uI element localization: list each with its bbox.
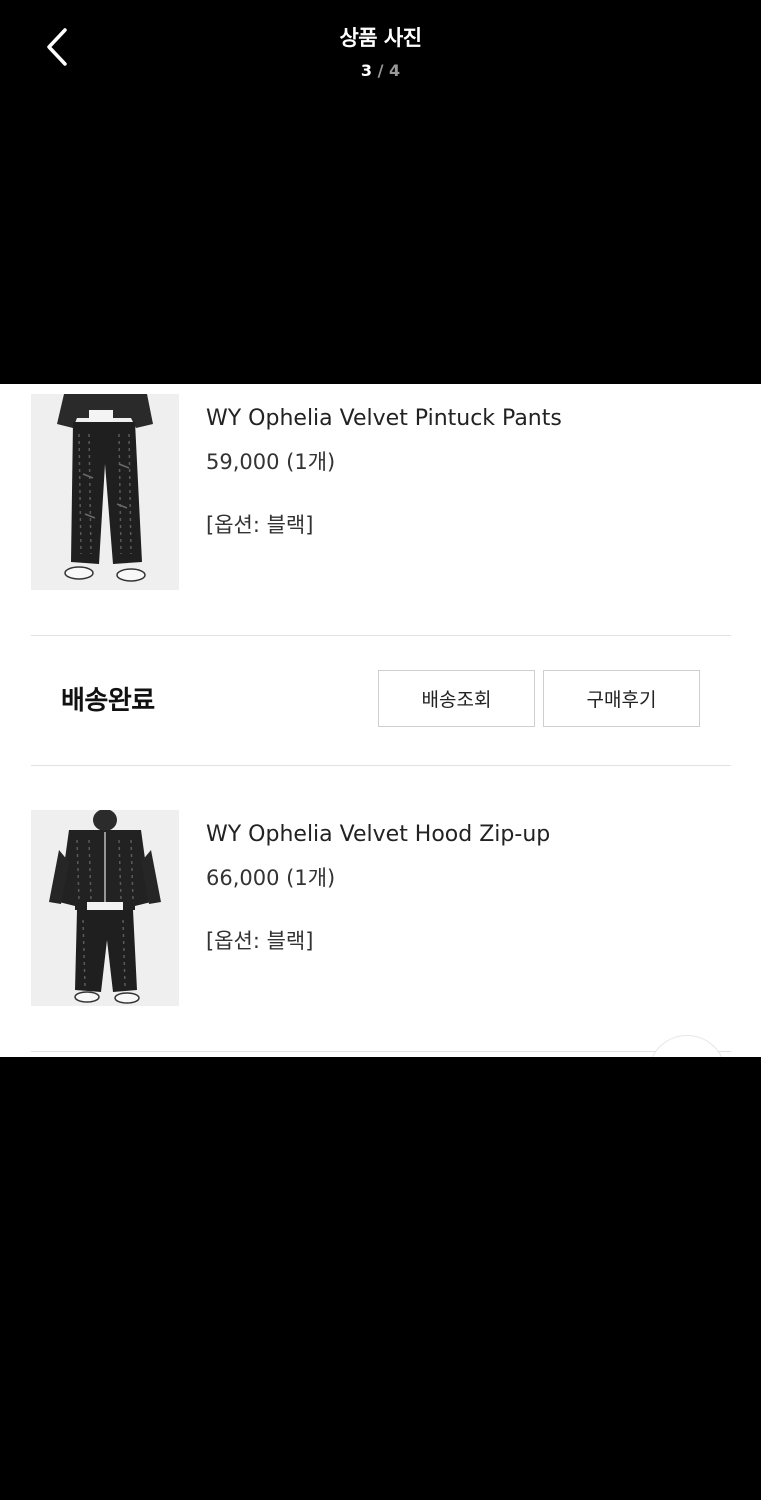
order-item[interactable]: WY Ophelia Velvet Pintuck Pants 59,000 (…	[31, 394, 731, 594]
product-price: 59,000 (1개)	[206, 450, 336, 474]
product-option: [옵션: 블랙]	[206, 929, 314, 953]
page-counter-current: 3	[360, 61, 372, 80]
hoodie-figure-image	[31, 810, 179, 1006]
scroll-to-top-button[interactable]	[648, 1035, 726, 1057]
photo-viewer-header: 상품 사진 3 / 4	[0, 0, 761, 110]
product-option: [옵션: 블랙]	[206, 513, 314, 537]
product-thumbnail[interactable]	[31, 394, 179, 590]
divider	[31, 1051, 731, 1052]
page-counter: 3 / 4	[0, 61, 761, 80]
product-photo[interactable]: WY Ophelia Velvet Pintuck Pants 59,000 (…	[0, 384, 761, 1057]
product-price: 66,000 (1개)	[206, 866, 336, 890]
viewer-title: 상품 사진	[339, 26, 422, 50]
page-counter-total: 4	[389, 61, 401, 80]
pants-figure-image	[31, 394, 179, 590]
divider	[31, 765, 731, 766]
track-delivery-button[interactable]: 배송조회	[378, 670, 535, 727]
product-name[interactable]: WY Ophelia Velvet Hood Zip-up	[206, 822, 550, 847]
product-name[interactable]: WY Ophelia Velvet Pintuck Pants	[206, 406, 562, 431]
order-status-label: 배송완료	[61, 686, 155, 716]
divider	[31, 635, 731, 636]
order-item[interactable]: WY Ophelia Velvet Hood Zip-up 66,000 (1개…	[31, 810, 731, 1010]
write-review-button[interactable]: 구매후기	[543, 670, 700, 727]
product-thumbnail[interactable]	[31, 810, 179, 1006]
page-counter-separator: /	[377, 61, 384, 80]
